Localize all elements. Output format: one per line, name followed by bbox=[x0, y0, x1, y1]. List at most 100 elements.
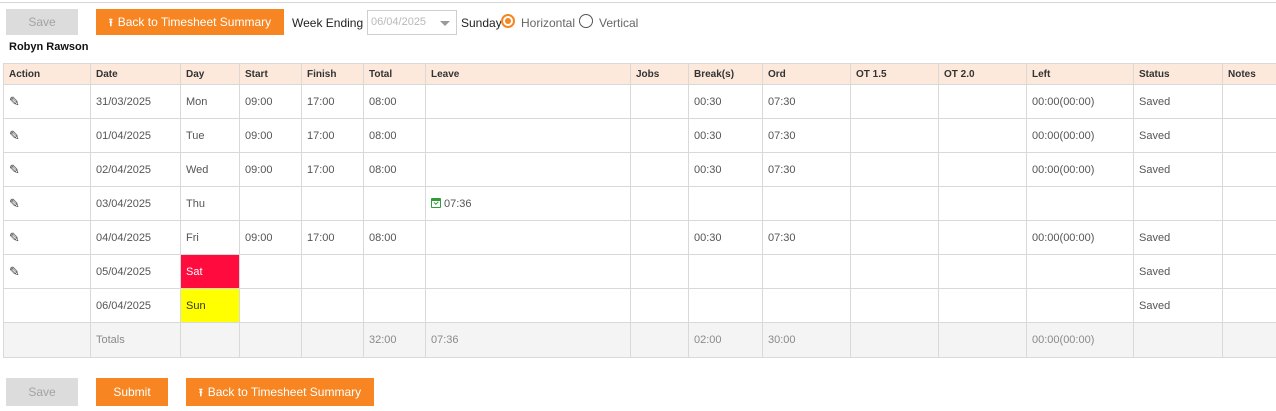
table-row: ✎ 31/03/2025 Mon 09:00 17:00 08:00 00:30… bbox=[3, 84, 1276, 119]
col-header-leave: Leave bbox=[425, 63, 631, 85]
day-cell-sunday: Sun bbox=[180, 288, 240, 323]
calendar-check-icon[interactable] bbox=[431, 197, 441, 208]
employee-name: Robyn Rawson bbox=[9, 41, 89, 53]
ot20-cell bbox=[938, 220, 1027, 255]
finish-cell: 17:00 bbox=[301, 152, 364, 187]
date-cell: 03/04/2025 bbox=[90, 186, 181, 221]
action-cell: ✎ bbox=[3, 118, 91, 153]
ot20-cell bbox=[938, 186, 1027, 221]
ord-cell: 07:30 bbox=[762, 84, 851, 119]
ot15-cell bbox=[850, 118, 939, 153]
radio-horizontal[interactable] bbox=[501, 14, 515, 28]
col-header-finish: Finish bbox=[301, 63, 364, 85]
totals-left-cell: 00:00(00:00) bbox=[1026, 322, 1134, 358]
jobs-cell bbox=[630, 152, 689, 187]
date-cell: 02/04/2025 bbox=[90, 152, 181, 187]
up-arrow-icon: ⭱ bbox=[108, 17, 113, 29]
left-cell: 00:00(00:00) bbox=[1026, 152, 1134, 187]
table-row: ✎ 01/04/2025 Tue 09:00 17:00 08:00 00:30… bbox=[3, 118, 1276, 153]
col-header-day: Day bbox=[180, 63, 240, 85]
total-cell bbox=[363, 288, 426, 323]
totals-total-cell: 32:00 bbox=[363, 322, 426, 358]
week-ending-select[interactable]: 06/04/2025 bbox=[367, 10, 457, 35]
date-cell: 04/04/2025 bbox=[90, 220, 181, 255]
jobs-cell bbox=[630, 220, 689, 255]
leave-cell bbox=[425, 288, 631, 323]
col-header-date: Date bbox=[90, 63, 181, 85]
total-cell bbox=[363, 254, 426, 289]
jobs-cell bbox=[630, 288, 689, 323]
day-cell: Fri bbox=[180, 220, 240, 255]
action-cell bbox=[3, 288, 91, 323]
total-cell bbox=[363, 186, 426, 221]
totals-day-cell bbox=[180, 322, 240, 358]
ot15-cell bbox=[850, 84, 939, 119]
table-row: ✎ 05/04/2025 Sat Saved bbox=[3, 254, 1276, 289]
col-header-breaks: Break(s) bbox=[688, 63, 763, 85]
totals-row: Totals 32:00 07:36 02:00 30:00 00:00(00:… bbox=[3, 322, 1276, 358]
week-ending-value: 06/04/2025 bbox=[371, 16, 427, 28]
totals-status-cell bbox=[1133, 322, 1223, 358]
top-divider bbox=[0, 2, 1276, 3]
breaks-cell bbox=[688, 288, 763, 323]
up-arrow-icon: ⭱ bbox=[198, 387, 203, 399]
total-cell: 08:00 bbox=[363, 152, 426, 187]
back-to-summary-button-bottom[interactable]: ⭱ Back to Timesheet Summary bbox=[186, 378, 374, 406]
status-cell: Saved bbox=[1133, 84, 1223, 119]
breaks-cell: 00:30 bbox=[688, 84, 763, 119]
status-cell: Saved bbox=[1133, 152, 1223, 187]
totals-action-cell bbox=[3, 322, 91, 358]
submit-button[interactable]: Submit bbox=[96, 378, 168, 406]
back-to-summary-label: Back to Timesheet Summary bbox=[207, 385, 362, 399]
finish-cell: 17:00 bbox=[301, 84, 364, 119]
totals-finish-cell bbox=[301, 322, 364, 358]
status-cell: Saved bbox=[1133, 118, 1223, 153]
notes-cell bbox=[1222, 84, 1276, 119]
pencil-icon[interactable]: ✎ bbox=[9, 196, 20, 212]
day-cell: Wed bbox=[180, 152, 240, 187]
start-cell: 09:00 bbox=[239, 220, 302, 255]
back-to-summary-button-top[interactable]: ⭱ Back to Timesheet Summary bbox=[96, 9, 284, 35]
table-row: ✎ 04/04/2025 Fri 09:00 17:00 08:00 00:30… bbox=[3, 220, 1276, 255]
left-cell: 00:00(00:00) bbox=[1026, 220, 1134, 255]
ot15-cell bbox=[850, 220, 939, 255]
breaks-cell: 00:30 bbox=[688, 118, 763, 153]
status-cell: Saved bbox=[1133, 220, 1223, 255]
pencil-icon[interactable]: ✎ bbox=[9, 264, 20, 280]
save-button-top[interactable]: Save bbox=[6, 9, 78, 35]
save-button-bottom[interactable]: Save bbox=[6, 378, 78, 406]
pencil-icon[interactable]: ✎ bbox=[9, 162, 20, 178]
finish-cell bbox=[301, 254, 364, 289]
ot15-cell bbox=[850, 152, 939, 187]
ot20-cell bbox=[938, 152, 1027, 187]
breaks-cell: 00:30 bbox=[688, 152, 763, 187]
table-row: 06/04/2025 Sun Saved bbox=[3, 288, 1276, 323]
status-cell: Saved bbox=[1133, 288, 1223, 323]
pencil-icon[interactable]: ✎ bbox=[9, 230, 20, 246]
left-cell bbox=[1026, 288, 1134, 323]
status-cell bbox=[1133, 186, 1223, 221]
date-cell: 05/04/2025 bbox=[90, 254, 181, 289]
leave-cell bbox=[425, 118, 631, 153]
ot20-cell bbox=[938, 254, 1027, 289]
radio-vertical[interactable] bbox=[579, 14, 593, 28]
col-header-start: Start bbox=[239, 63, 302, 85]
action-cell: ✎ bbox=[3, 220, 91, 255]
date-cell: 31/03/2025 bbox=[90, 84, 181, 119]
finish-cell: 17:00 bbox=[301, 220, 364, 255]
totals-jobs-cell bbox=[630, 322, 689, 358]
radio-vertical-label: Vertical bbox=[599, 16, 639, 30]
date-cell: 06/04/2025 bbox=[90, 288, 181, 323]
col-header-status: Status bbox=[1133, 63, 1223, 85]
pencil-icon[interactable]: ✎ bbox=[9, 128, 20, 144]
finish-cell bbox=[301, 288, 364, 323]
pencil-icon[interactable]: ✎ bbox=[9, 94, 20, 110]
ot15-cell bbox=[850, 254, 939, 289]
col-header-action: Action bbox=[3, 63, 91, 85]
chevron-down-icon bbox=[440, 21, 450, 26]
notes-cell bbox=[1222, 220, 1276, 255]
status-cell: Saved bbox=[1133, 254, 1223, 289]
totals-breaks-cell: 02:00 bbox=[688, 322, 763, 358]
ord-cell: 07:30 bbox=[762, 118, 851, 153]
totals-label: Totals bbox=[90, 322, 181, 358]
